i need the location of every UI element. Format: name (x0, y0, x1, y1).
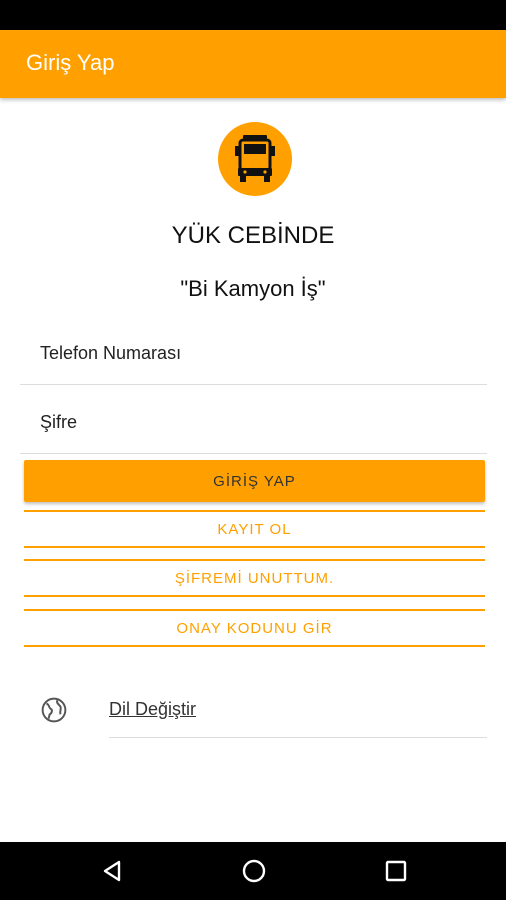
enter-code-button[interactable]: ONAY KODUNU GİR (24, 609, 485, 647)
home-icon[interactable] (240, 857, 268, 885)
login-button[interactable]: GİRİŞ YAP (24, 460, 485, 502)
back-icon[interactable] (99, 857, 127, 885)
app-slogan: "Bi Kamyon İş" (180, 276, 326, 301)
password-field-container (20, 393, 487, 454)
register-button[interactable]: KAYIT OL (24, 510, 485, 548)
app-name: YÜK CEBİNDE (171, 222, 335, 249)
language-row: Dil Değiştir (109, 697, 487, 738)
truck-icon (235, 135, 275, 182)
app-bar: Giriş Yap (0, 30, 506, 98)
app-logo (218, 122, 292, 196)
phone-field-container (20, 324, 487, 385)
status-bar (0, 0, 506, 30)
phone-input[interactable] (20, 324, 480, 382)
password-input[interactable] (20, 393, 480, 451)
recents-icon[interactable] (382, 857, 410, 885)
globe-icon (41, 697, 67, 723)
app-bar-title: Giriş Yap (26, 50, 115, 75)
navigation-bar (0, 842, 506, 900)
forgot-password-button[interactable]: ŞİFREMİ UNUTTUM. (24, 559, 485, 597)
change-language-link[interactable]: Dil Değiştir (109, 699, 196, 720)
